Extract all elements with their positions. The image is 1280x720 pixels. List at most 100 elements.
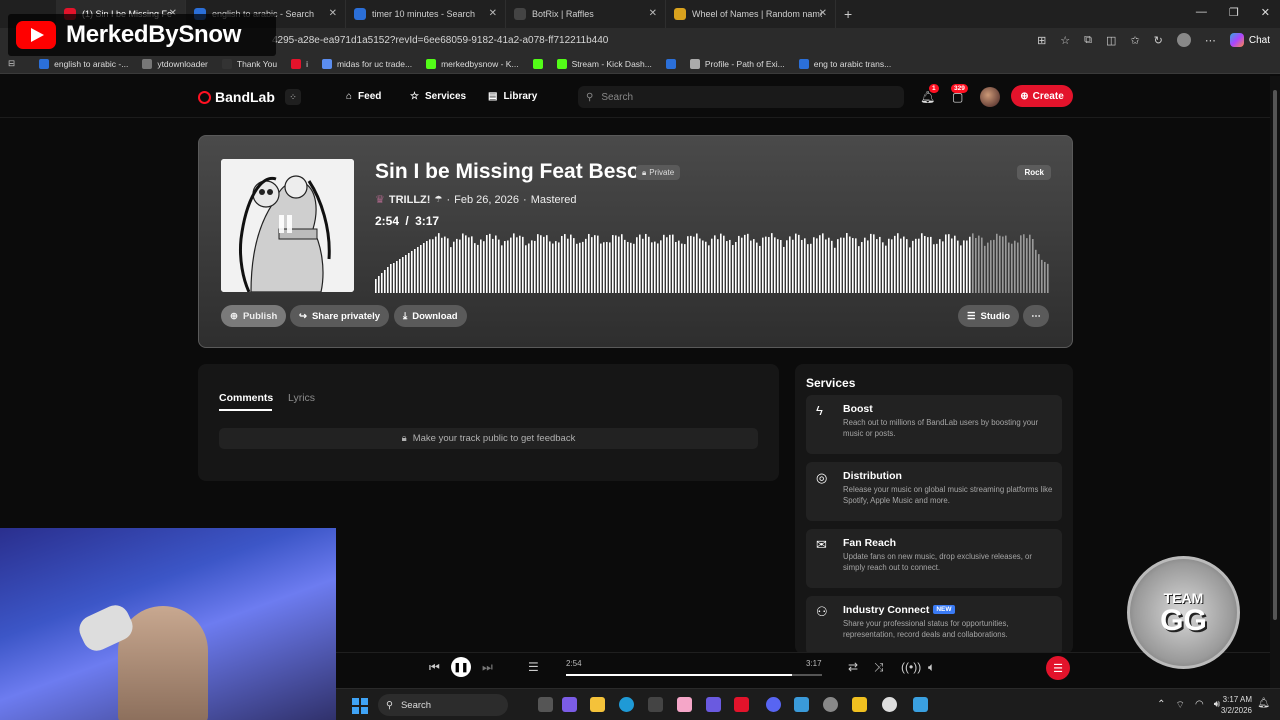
favorite-star-icon[interactable]: ☆ bbox=[1060, 34, 1070, 47]
bookmark-item[interactable]: merkedbysnow - K... bbox=[426, 58, 519, 69]
player-bar: ⏮ ❚❚ ⏭ ☰ 2:54 3:17 ⇄ ⤨ ((•)) 🔈︎ ☰ bbox=[336, 652, 1270, 682]
app-icon-yellow[interactable] bbox=[852, 697, 867, 712]
file-explorer-icon[interactable] bbox=[590, 697, 605, 712]
close-tab-icon[interactable]: ✕ bbox=[819, 8, 827, 19]
genre-tag[interactable]: Rock bbox=[1017, 165, 1051, 180]
bookmark-item[interactable]: ytdownloader bbox=[142, 58, 208, 69]
history-icon[interactable]: ↻ bbox=[1154, 34, 1163, 47]
bookmark-item[interactable]: i bbox=[291, 58, 308, 69]
browser-tab[interactable]: BotRix | Raffles ✕ bbox=[506, 0, 666, 28]
chrome-icon[interactable] bbox=[882, 697, 897, 712]
bookmark-item[interactable]: Stream - Kick Dash... bbox=[556, 58, 652, 69]
bookmark-item[interactable]: english to arabic -... bbox=[39, 58, 128, 69]
broadcast-icon[interactable]: ((•)) bbox=[901, 660, 921, 674]
task-view-icon[interactable] bbox=[538, 697, 553, 712]
favorites-icon[interactable]: ✩ bbox=[1130, 34, 1139, 47]
shuffle-icon[interactable]: ⤨ bbox=[874, 660, 884, 675]
edge-icon[interactable] bbox=[619, 697, 634, 712]
close-tab-icon[interactable]: ✕ bbox=[649, 8, 657, 19]
bookmark-item[interactable]: midas for uc trade... bbox=[321, 58, 412, 69]
volume-icon[interactable]: 🔈︎ bbox=[928, 660, 935, 675]
network-icon[interactable]: ⌔ bbox=[1176, 699, 1185, 712]
store-icon[interactable] bbox=[648, 697, 663, 712]
tab-lyrics[interactable]: Lyrics bbox=[288, 392, 315, 404]
system-clock[interactable]: 3:17 AM 3/2/2026 bbox=[1221, 694, 1252, 716]
bookmark-item[interactable] bbox=[665, 58, 676, 69]
share-privately-button[interactable]: ↪ Share privately bbox=[290, 305, 390, 327]
app-icon-red[interactable] bbox=[734, 697, 749, 712]
restore-icon[interactable]: ❐ bbox=[1229, 6, 1239, 19]
taskbar-search[interactable]: ⚲ Search bbox=[378, 694, 508, 716]
user-avatar[interactable] bbox=[980, 87, 1000, 107]
chevron-up-icon[interactable]: ⌃ bbox=[1157, 699, 1165, 712]
wifi-icon[interactable]: ◠ bbox=[1195, 699, 1204, 712]
pause-button[interactable]: ❚❚ bbox=[451, 657, 471, 677]
close-window-icon[interactable]: ✕ bbox=[1261, 6, 1270, 19]
copilot-app-icon[interactable] bbox=[706, 697, 721, 712]
nav-services[interactable]: ☆ Services bbox=[410, 91, 466, 102]
browser-tab[interactable]: timer 10 minutes - Search ✕ bbox=[346, 0, 506, 28]
extensions-icon[interactable]: ⧉ bbox=[1084, 34, 1092, 47]
settings-gear-icon[interactable] bbox=[823, 697, 838, 712]
previous-track-icon[interactable]: ⏮ bbox=[429, 660, 440, 675]
bookmark-item[interactable]: Profile - Path of Exi... bbox=[689, 58, 785, 69]
page-scrollbar[interactable] bbox=[1270, 76, 1280, 688]
teams-icon[interactable] bbox=[562, 697, 577, 712]
windows-start-icon[interactable] bbox=[352, 698, 368, 714]
notification-center-icon[interactable]: 🔔︎ bbox=[1257, 698, 1270, 709]
tab-comments[interactable]: Comments bbox=[219, 392, 273, 404]
bookmark-item[interactable] bbox=[532, 58, 543, 69]
cover-pause-icon[interactable] bbox=[279, 215, 297, 235]
service-card-boost[interactable]: ϟ Boost Reach out to millions of BandLab u… bbox=[806, 395, 1062, 454]
url-text[interactable]: 4295-a28e-ea971d1a5152?revId=6ee68059-91… bbox=[272, 35, 608, 46]
apps-grid-icon[interactable]: ⁘ bbox=[285, 89, 301, 105]
more-options-button[interactable]: ⋯ bbox=[1023, 305, 1049, 327]
photos-icon[interactable] bbox=[794, 697, 809, 712]
nav-feed[interactable]: ⌂ Feed bbox=[346, 91, 381, 102]
service-card-industry-connect[interactable]: ⚇ Industry Connect NEW Share your professio… bbox=[806, 596, 1062, 654]
profile-avatar[interactable] bbox=[1176, 33, 1191, 47]
waveform-bar bbox=[516, 237, 518, 293]
service-card-distribution[interactable]: ◎ Distribution Release your music on globa… bbox=[806, 462, 1062, 521]
copilot-button[interactable]: Chat bbox=[1229, 33, 1270, 47]
queue-list-icon[interactable]: ☰ bbox=[528, 660, 539, 674]
download-button[interactable]: ⤓ Download bbox=[394, 305, 467, 327]
minimize-icon[interactable]: — bbox=[1196, 6, 1207, 19]
waveform-bar bbox=[579, 242, 581, 293]
bookmark-item[interactable]: Thank You bbox=[221, 58, 277, 69]
artist-name[interactable]: TRILLZ! bbox=[389, 194, 431, 206]
waveform-bar bbox=[717, 239, 719, 293]
bandlab-logo[interactable]: BandLab bbox=[198, 89, 275, 105]
now-playing-queue-button[interactable]: ☰ bbox=[1046, 656, 1070, 680]
track-cover-art[interactable] bbox=[221, 159, 354, 292]
waveform-bar bbox=[960, 245, 962, 293]
publish-button[interactable]: ⊕ Publish bbox=[221, 305, 287, 327]
search-input[interactable]: ⚲ Search bbox=[578, 86, 904, 108]
close-tab-icon[interactable]: ✕ bbox=[489, 8, 497, 19]
nav-library[interactable]: ▤ Library bbox=[488, 91, 537, 102]
waveform-bar bbox=[642, 238, 644, 293]
app-available-icon[interactable]: ⊞ bbox=[1037, 34, 1046, 47]
waveform-bar bbox=[924, 235, 926, 293]
discord-icon[interactable] bbox=[766, 697, 781, 712]
next-track-icon[interactable]: ⏭ bbox=[482, 660, 493, 675]
more-options-icon[interactable]: ⋯ bbox=[1205, 34, 1216, 47]
speaker-icon[interactable]: 🔊︎ bbox=[1214, 699, 1220, 712]
bookmarks-bar: ⊟ english to arabic -... ytdownloader Than… bbox=[0, 54, 1280, 74]
browser-tab[interactable]: Wheel of Names | Random name ✕ bbox=[666, 0, 836, 28]
notepad-icon[interactable] bbox=[913, 697, 928, 712]
repeat-icon[interactable]: ⇄ bbox=[848, 660, 858, 674]
player-progress-bar[interactable] bbox=[566, 674, 822, 676]
create-button[interactable]: ⊕ Create bbox=[1011, 85, 1073, 107]
app-icon-pink[interactable] bbox=[677, 697, 692, 712]
new-tab-button[interactable]: + bbox=[844, 6, 852, 22]
scrollbar-thumb[interactable] bbox=[1273, 90, 1277, 620]
close-tab-icon[interactable]: ✕ bbox=[329, 8, 337, 19]
bookmarks-folder-icon[interactable]: ⊟ bbox=[8, 58, 15, 69]
waveform-bar bbox=[588, 233, 590, 293]
studio-button[interactable]: ☰ Studio bbox=[958, 305, 1020, 327]
waveform[interactable] bbox=[375, 231, 1051, 293]
service-card-fan-reach[interactable]: ✉ Fan Reach Update fans on new music, drop… bbox=[806, 529, 1062, 588]
bookmark-item[interactable]: eng to arabic trans... bbox=[798, 58, 891, 69]
split-screen-icon[interactable]: ◫ bbox=[1106, 34, 1116, 47]
